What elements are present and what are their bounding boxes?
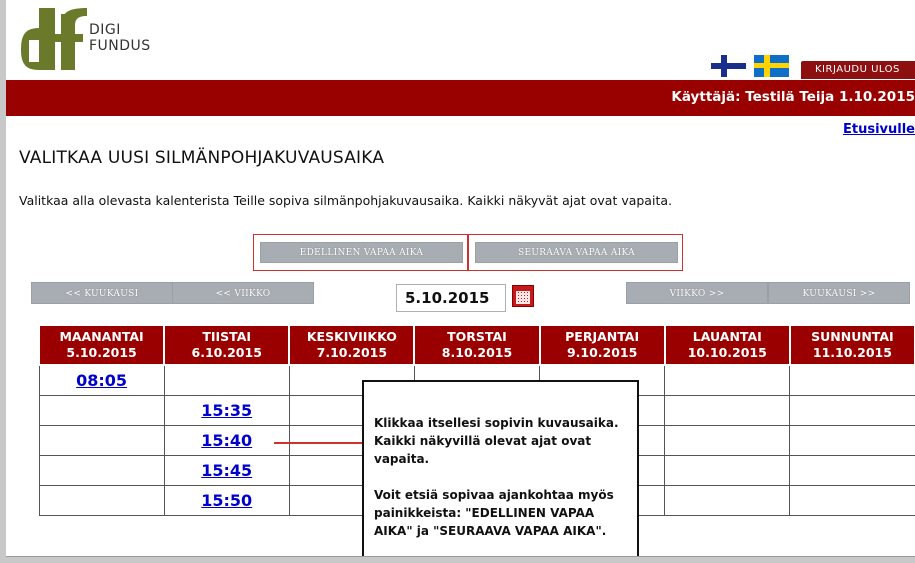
time-cell [163,364,290,396]
day-date: 9.10.2015 [566,345,638,360]
time-cell [38,484,165,516]
day-name: PERJANTAI [565,329,640,344]
next-free-highlight: SEURAAVA VAPAA AIKA [468,234,683,271]
calendar-icon[interactable] [512,285,534,307]
tooltip-text-2: Voit etsiä sopivaa ajankohtaa myös paini… [374,488,614,538]
day-header-tuesday: TIISTAI 6.10.2015 [163,324,291,366]
time-cell [789,454,915,486]
page-description: Valitkaa alla olevasta kalenterista Teil… [19,193,672,208]
time-slot-link[interactable]: 15:50 [201,491,252,510]
previous-free-highlight: EDELLINEN VAPAA AIKA [253,234,468,271]
day-date: 7.10.2015 [316,345,388,360]
day-header-wednesday: KESKIVIIKKO 7.10.2015 [288,324,416,366]
next-free-time-button[interactable]: SEURAAVA VAPAA AIKA [475,242,678,263]
logo-text-digi: DIGI [89,22,121,38]
time-cell [789,364,915,396]
day-name: SUNNUNTAI [811,329,894,344]
day-name: LAUANTAI [692,329,762,344]
day-name: TIISTAI [202,329,252,344]
previous-free-time-button[interactable]: EDELLINEN VAPAA AIKA [260,242,463,263]
home-link[interactable]: Etusivulle [843,122,915,137]
logout-button[interactable]: KIRJAUDU ULOS [801,61,915,79]
help-tooltip: Klikkaa itsellesi sopivin kuvausaika. Ka… [362,380,639,556]
day-header-sunday: SUNNUNTAI 11.10.2015 [788,324,915,366]
day-header-thursday: TORSTAI 8.10.2015 [413,324,541,366]
tooltip-text-1: Klikkaa itsellesi sopivin kuvausaika. Ka… [374,416,619,466]
time-cell [38,454,165,486]
day-date: 11.10.2015 [812,345,892,360]
swedish-flag-icon[interactable] [754,55,789,77]
previous-month-button[interactable]: << KUUKAUSI [31,282,173,304]
day-date: 6.10.2015 [191,345,262,360]
time-cell [664,364,791,396]
time-cell [664,424,791,456]
tooltip-pointer-line [274,442,364,444]
time-cell [789,484,915,516]
day-header-friday: PERJANTAI 9.10.2015 [538,324,666,366]
page-title: VALITKAA UUSI SILMÄNPOHJAKUVAUSAIKA [19,148,385,168]
time-cell: 08:05 [38,364,165,396]
next-week-button[interactable]: VIIKKO >> [626,282,768,304]
logo-text-fundus: FUNDUS [89,38,151,54]
finnish-flag-icon[interactable] [711,55,746,77]
digifundus-logo: DIGI FUNDUS [21,8,181,78]
time-slot-link[interactable]: 15:40 [201,431,252,450]
time-cell: 15:40 [163,424,290,456]
page-frame: DIGI FUNDUS KIRJAUDU ULOS Käyttäjä: Test… [6,0,915,557]
next-month-button[interactable]: KUUKAUSI >> [768,282,910,304]
time-cell: 15:35 [163,394,290,426]
date-field[interactable]: 5.10.2015 [396,284,506,312]
header-bar: Käyttäjä: Testilä Teija 1.10.2015 [6,80,915,116]
time-cell [664,454,791,486]
day-date: 8.10.2015 [441,345,513,360]
day-name: MAANANTAI [59,329,144,344]
day-name: KESKIVIIKKO [306,329,397,344]
time-cell: 15:50 [163,484,290,516]
time-cell [38,424,165,456]
time-slot-link[interactable]: 15:35 [201,401,252,420]
df-logo-mark [21,8,87,70]
previous-week-button[interactable]: << VIIKKO [172,282,314,304]
day-date: 10.10.2015 [687,345,767,360]
time-cell [38,394,165,426]
time-slot-link[interactable]: 15:45 [201,461,252,480]
user-info: Käyttäjä: Testilä Teija 1.10.2015 [671,89,915,105]
time-cell [789,424,915,456]
time-cell [664,484,791,516]
time-cell [789,394,915,426]
day-header-monday: MAANANTAI 5.10.2015 [37,324,166,366]
day-date: 5.10.2015 [66,345,137,360]
day-name: TORSTAI [447,329,507,344]
time-slot-link[interactable]: 08:05 [76,371,127,390]
day-header-saturday: LAUANTAI 10.10.2015 [663,324,791,366]
calendar-header-row: MAANANTAI 5.10.2015 TIISTAI 6.10.2015 KESK… [37,324,915,366]
time-cell: 15:45 [163,454,290,486]
time-cell [664,394,791,426]
